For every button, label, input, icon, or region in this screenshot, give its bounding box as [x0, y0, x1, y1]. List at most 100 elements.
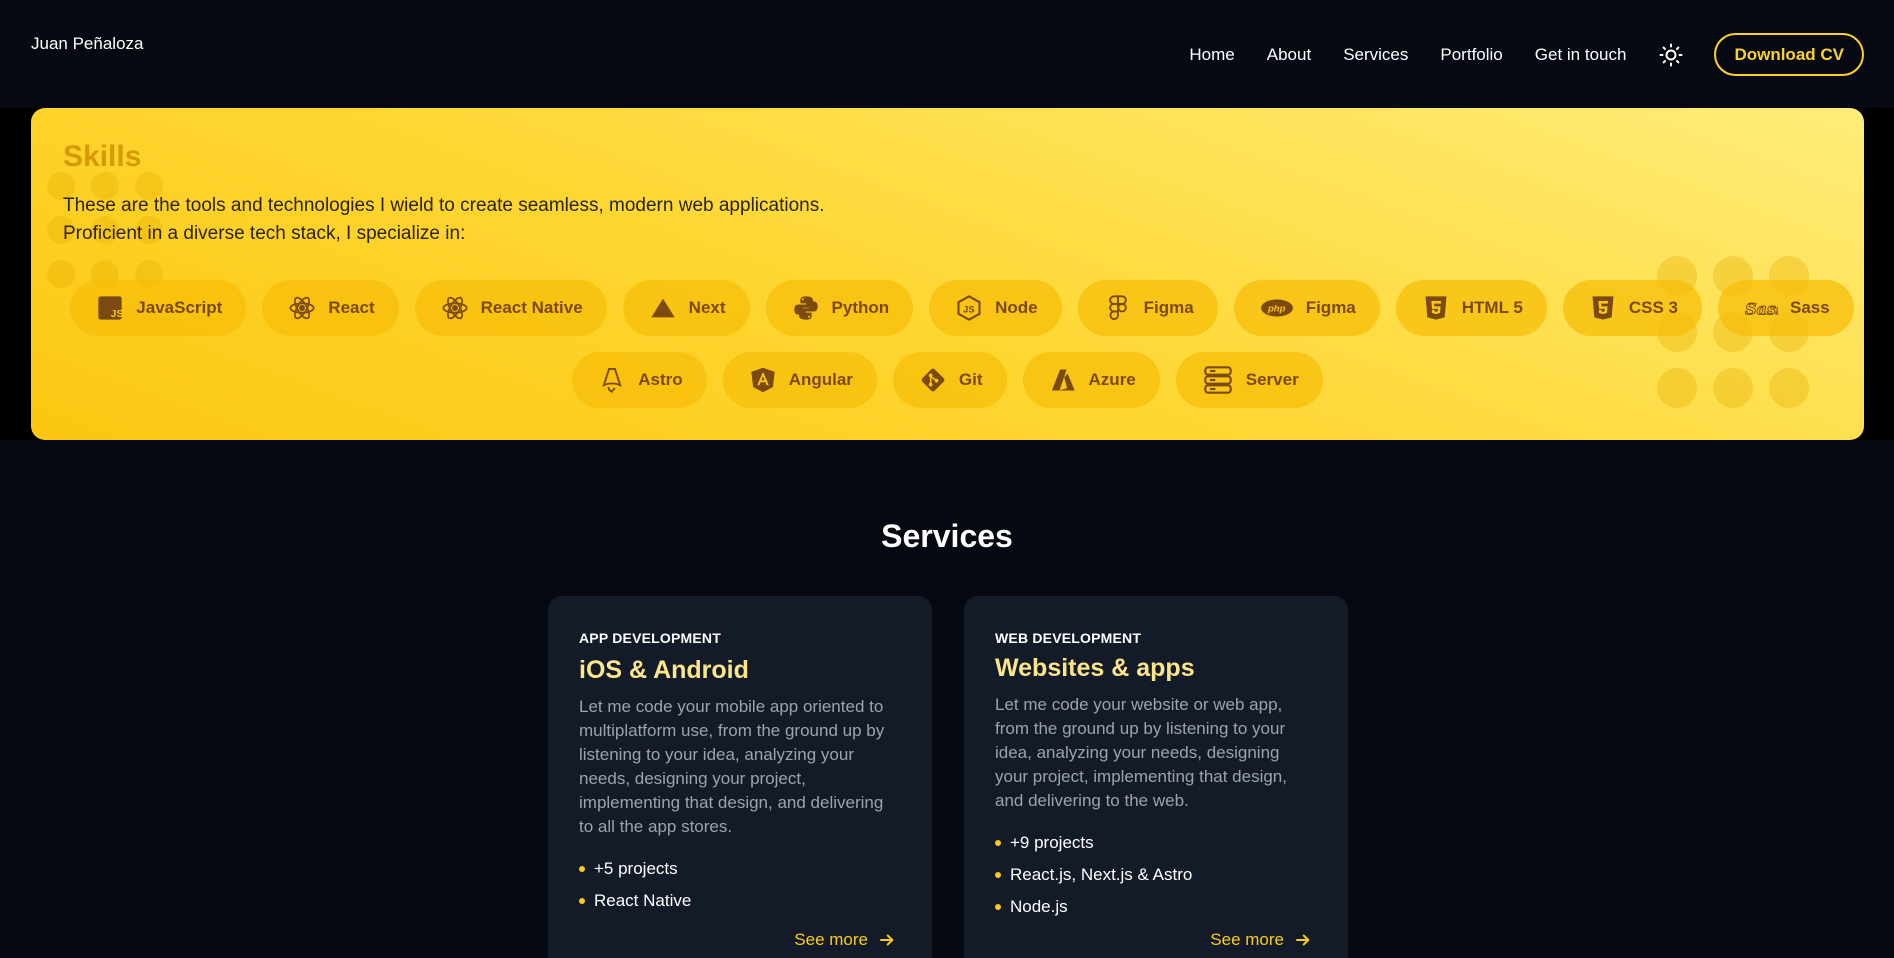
- react-icon: [441, 294, 469, 322]
- arrow-right-icon: [1296, 934, 1310, 946]
- skill-pill-php[interactable]: php Figma: [1233, 280, 1380, 336]
- skill-label: React: [328, 298, 375, 317]
- skill-pill-angular[interactable]: Angular: [722, 352, 877, 408]
- main-nav: Home About Services Portfolio Get in tou…: [1189, 33, 1864, 76]
- brand-name[interactable]: Juan Peñaloza: [31, 34, 143, 54]
- skills-description: These are the tools and technologies I w…: [63, 192, 824, 248]
- skill-label: Angular: [788, 370, 853, 389]
- html5-icon: [1422, 294, 1450, 322]
- azure-icon: [1049, 366, 1077, 394]
- nav-portfolio[interactable]: Portfolio: [1440, 45, 1502, 65]
- skills-description-line-2: Proficient in a diverse tech stack, I sp…: [63, 223, 466, 244]
- skill-label: JavaScript: [136, 298, 223, 317]
- skill-pill-figma[interactable]: Figma: [1077, 280, 1218, 336]
- service-card-app-development: APP DEVELOPMENT iOS & Android Let me cod…: [548, 596, 932, 958]
- card-title: iOS & Android: [579, 656, 749, 684]
- download-cv-button[interactable]: Download CV: [1714, 33, 1864, 76]
- service-card-web-development: WEB DEVELOPMENT Websites & apps Let me c…: [964, 596, 1348, 958]
- skill-pill-react[interactable]: React: [262, 280, 399, 336]
- php-icon: php: [1260, 294, 1294, 322]
- arrow-right-icon: [880, 934, 894, 946]
- angular-icon: [749, 366, 777, 394]
- javascript-icon: JS: [96, 294, 124, 322]
- list-item-text: React.js, Next.js & Astro: [1010, 865, 1193, 884]
- skill-pill-css3[interactable]: CSS 3: [1562, 280, 1702, 336]
- skill-pill-javascript[interactable]: JS JavaScript: [70, 280, 247, 336]
- skill-label: HTML 5: [1461, 298, 1523, 317]
- bullet-dot: [995, 840, 1001, 846]
- card-description: Let me code your mobile app oriented to …: [579, 697, 885, 836]
- node-icon: JS: [955, 294, 983, 322]
- skill-label: Server: [1245, 370, 1299, 389]
- skills-description-line-1: These are the tools and technologies I w…: [63, 195, 825, 216]
- card-title: Websites & apps: [995, 654, 1195, 682]
- skill-pill-node[interactable]: JS Node: [929, 280, 1062, 336]
- skill-label: Figma: [1143, 298, 1194, 317]
- skill-label: Git: [958, 370, 983, 389]
- skill-pill-server[interactable]: Server: [1175, 352, 1323, 408]
- server-icon: [1202, 366, 1234, 394]
- next-icon: [649, 294, 677, 322]
- see-more-label: See more: [1210, 930, 1284, 949]
- nav-services[interactable]: Services: [1343, 45, 1408, 65]
- sass-icon: Sass: [1744, 294, 1778, 322]
- svg-text:php: php: [1267, 304, 1286, 315]
- skill-label: Python: [831, 298, 890, 317]
- sun-icon: [1659, 43, 1683, 66]
- card-feature-list: +5 projects React Native: [579, 853, 901, 917]
- skill-label: Next: [688, 298, 726, 317]
- skill-label: Sass: [1789, 298, 1830, 317]
- list-item: React.js, Next.js & Astro: [995, 859, 1317, 891]
- skill-pill-git[interactable]: Git: [892, 352, 1007, 408]
- skill-pill-next[interactable]: Next: [622, 280, 750, 336]
- see-more-label: See more: [794, 930, 868, 949]
- list-item: Node.js: [995, 891, 1317, 923]
- bullet-dot: [995, 904, 1001, 910]
- see-more-link[interactable]: See more: [794, 930, 896, 950]
- skills-title: Skills: [63, 140, 142, 173]
- list-item-text: React Native: [594, 891, 692, 910]
- skill-label: CSS 3: [1628, 298, 1678, 317]
- astro-icon: [598, 366, 626, 394]
- figma-icon: [1104, 294, 1132, 322]
- skills-row-1: JS JavaScript React React Native Next Py…: [31, 280, 1864, 336]
- nav-home[interactable]: Home: [1189, 45, 1234, 65]
- skills-card: Skills These are the tools and technolog…: [31, 108, 1864, 440]
- skill-label: Azure: [1088, 370, 1136, 389]
- svg-text:JS: JS: [111, 308, 124, 320]
- skill-label: React Native: [480, 298, 583, 317]
- card-feature-list: +9 projects React.js, Next.js & Astro No…: [995, 827, 1317, 923]
- python-icon: [792, 294, 820, 322]
- list-item-text: +9 projects: [1010, 833, 1094, 852]
- svg-text:JS: JS: [963, 305, 974, 315]
- list-item: +5 projects: [579, 853, 901, 885]
- nav-get-in-touch[interactable]: Get in touch: [1535, 45, 1627, 65]
- bullet-dot: [579, 898, 585, 904]
- see-more-link[interactable]: See more: [1210, 930, 1312, 950]
- list-item: +9 projects: [995, 827, 1317, 859]
- skill-pill-azure[interactable]: Azure: [1022, 352, 1160, 408]
- skill-pill-astro[interactable]: Astro: [572, 352, 707, 408]
- skill-pill-react-native[interactable]: React Native: [414, 280, 607, 336]
- skill-pill-sass[interactable]: Sass Sass: [1717, 280, 1854, 336]
- react-icon: [288, 294, 316, 322]
- card-kicker: WEB DEVELOPMENT: [995, 630, 1142, 646]
- theme-toggle-button[interactable]: [1658, 42, 1684, 68]
- skill-label: Figma: [1305, 298, 1356, 317]
- list-item-text: +5 projects: [594, 859, 678, 878]
- card-kicker: APP DEVELOPMENT: [579, 630, 721, 646]
- skill-label: Node: [995, 298, 1038, 317]
- bullet-dot: [995, 872, 1001, 878]
- list-item: React Native: [579, 885, 901, 917]
- card-description: Let me code your website or web app, fro…: [995, 695, 1287, 810]
- skill-pill-html5[interactable]: HTML 5: [1395, 280, 1547, 336]
- skills-section: Skills These are the tools and technolog…: [0, 108, 1894, 440]
- svg-text:Sass: Sass: [1745, 299, 1778, 318]
- git-icon: [919, 366, 947, 394]
- services-title: Services: [881, 518, 1013, 554]
- list-item-text: Node.js: [1010, 897, 1068, 916]
- bullet-dot: [579, 866, 585, 872]
- skill-pill-python[interactable]: Python: [765, 280, 914, 336]
- css3-icon: [1589, 294, 1617, 322]
- nav-about[interactable]: About: [1267, 45, 1311, 65]
